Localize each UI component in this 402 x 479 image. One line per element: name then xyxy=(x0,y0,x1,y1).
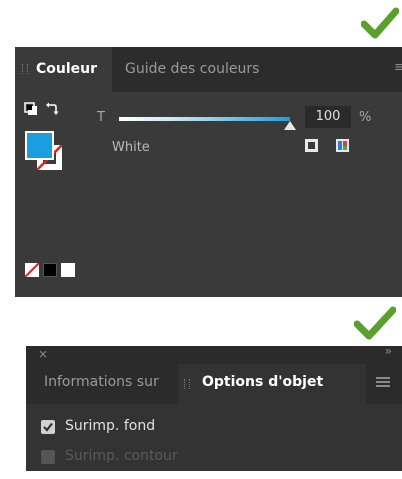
tab-options-d-objet[interactable]: Options d'objet xyxy=(179,364,366,404)
none-swatch[interactable] xyxy=(25,263,39,277)
add-swatch-icon[interactable] xyxy=(305,139,318,152)
tab-guide-des-couleurs[interactable]: Guide des couleurs xyxy=(125,61,259,77)
attributes-panel-tabbar: Informations sur Options d'objet xyxy=(26,364,402,404)
checkmark-icon xyxy=(354,306,396,340)
overprint-stroke-label: Surimp. contour xyxy=(65,448,178,464)
swap-fill-stroke-icon[interactable] xyxy=(45,101,59,115)
panel-menu-icon[interactable] xyxy=(376,377,390,387)
overprint-stroke-checkbox[interactable] xyxy=(41,450,55,464)
overprint-fill-checkbox[interactable] xyxy=(41,420,55,434)
tint-slider-thumb[interactable] xyxy=(284,121,296,130)
tab-couleur[interactable]: Couleur xyxy=(15,47,112,92)
color-panel-tabbar: Couleur Guide des couleurs ≡ xyxy=(15,47,402,92)
black-swatch[interactable] xyxy=(43,263,57,277)
checkmark-icon xyxy=(361,7,399,39)
overprint-fill-label: Surimp. fond xyxy=(65,418,156,434)
attributes-panel: × » Informations sur Options d'objet Sur… xyxy=(26,344,402,471)
check-icon xyxy=(43,422,53,432)
collapse-icon[interactable]: » xyxy=(385,344,392,358)
swatch-name: White xyxy=(112,140,150,155)
white-swatch[interactable] xyxy=(61,263,75,277)
none-swatch-icon xyxy=(25,263,39,277)
panel-menu-icon[interactable]: ≡ xyxy=(394,61,402,75)
tab-grip-icon[interactable] xyxy=(184,379,190,389)
tab-couleur-label: Couleur xyxy=(36,61,98,77)
default-fill-stroke-icon[interactable] xyxy=(24,102,38,116)
color-picker-icon[interactable] xyxy=(336,139,349,152)
tint-unit: % xyxy=(359,110,372,125)
tint-label: T xyxy=(97,110,105,125)
tab-grip-icon[interactable] xyxy=(22,64,28,74)
close-icon[interactable]: × xyxy=(38,347,48,361)
tab-informations-sur[interactable]: Informations sur xyxy=(44,374,177,390)
tint-value-input[interactable]: 100 xyxy=(305,106,351,128)
tab-options-d-objet-label: Options d'objet xyxy=(202,374,324,390)
fill-swatch[interactable] xyxy=(25,131,54,160)
tint-slider[interactable] xyxy=(119,117,290,121)
panel-title-strip: × » xyxy=(26,344,402,364)
color-panel: Couleur Guide des couleurs ≡ T 100 % Whi… xyxy=(15,47,402,297)
